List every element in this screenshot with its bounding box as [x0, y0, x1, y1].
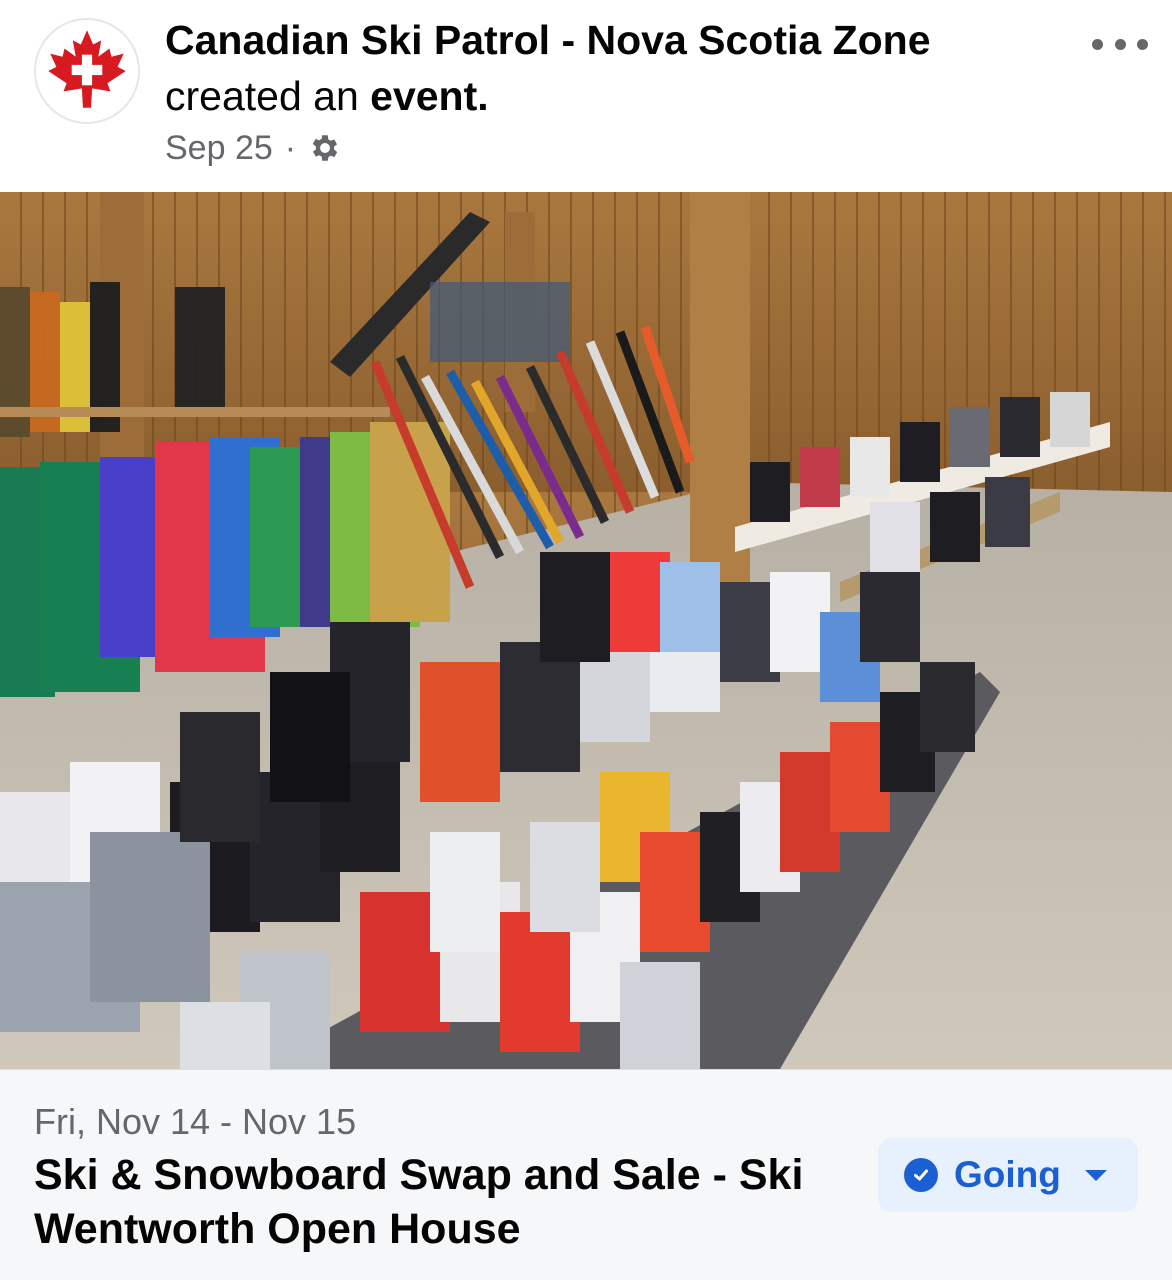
meta-separator: · — [284, 129, 297, 167]
gear-icon[interactable] — [308, 131, 342, 165]
action-object-link[interactable]: event. — [370, 73, 489, 119]
post-action-text: created an event. — [165, 70, 489, 122]
more-dot — [1092, 38, 1103, 50]
post-header: Canadian Ski Patrol - Nova Scotia Zone c… — [0, 0, 1172, 192]
more-dot — [1137, 38, 1148, 50]
going-label: Going — [954, 1154, 1061, 1195]
page-avatar[interactable] — [34, 18, 140, 124]
maple-leaf-cross-logo — [36, 20, 138, 122]
post-date[interactable]: Sep 25 — [165, 126, 273, 170]
event-title[interactable]: Ski & Snowboard Swap and Sale - Ski Went… — [34, 1148, 854, 1256]
post-meta: Sep 25 · — [165, 126, 342, 170]
event-date-range: Fri, Nov 14 - Nov 15 — [34, 1101, 357, 1142]
going-rsvp-button[interactable]: Going — [878, 1138, 1138, 1212]
event-cover-photo[interactable] — [0, 192, 1172, 1069]
more-dot — [1114, 38, 1126, 50]
author-name[interactable]: Canadian Ski Patrol - Nova Scotia Zone — [165, 17, 931, 63]
action-prefix: created an — [165, 73, 371, 119]
ski-swap-equipment-photo — [0, 192, 1172, 1069]
check-circle-icon — [904, 1158, 938, 1192]
caret-down-icon — [1084, 1169, 1107, 1181]
event-card[interactable]: Fri, Nov 14 - Nov 15 Ski & Snowboard Swa… — [0, 1069, 1172, 1280]
more-options-icon[interactable] — [1092, 28, 1148, 60]
